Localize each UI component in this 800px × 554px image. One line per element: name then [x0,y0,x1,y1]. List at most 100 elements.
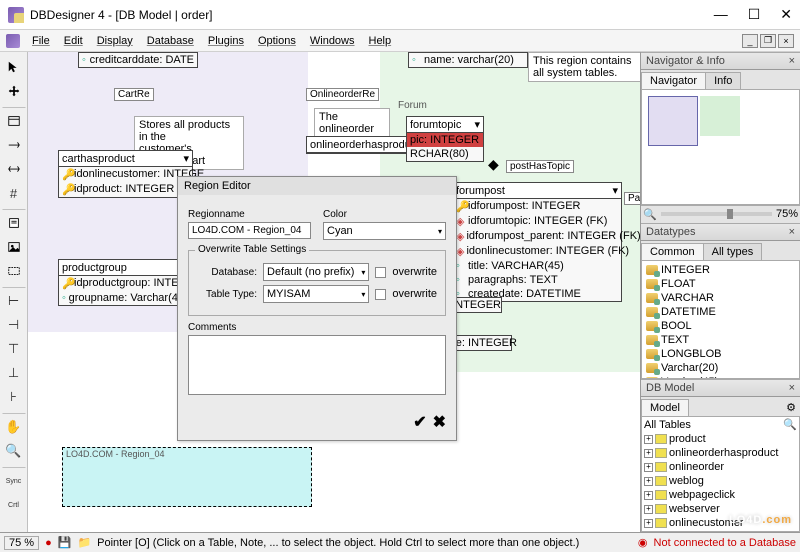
menu-file[interactable]: File [26,33,56,49]
table-item[interactable]: +product [642,432,799,446]
panel-close-icon[interactable]: × [789,226,795,238]
canvas[interactable]: ◦creditcarddate: DATE ◦name: varchar(20)… [28,52,640,532]
relation-posthastopic[interactable]: postHasTopic [506,160,574,173]
datatype-item[interactable]: Varchar(20) [644,361,797,375]
menu-windows[interactable]: Windows [304,33,361,49]
status-zoom[interactable]: 75 % [4,536,39,550]
tool-image[interactable] [3,236,25,258]
mdi-icon[interactable] [6,34,20,48]
table-item[interactable]: +weblog [642,474,799,488]
window-title: DBDesigner 4 - [DB Model | order] [30,8,714,22]
tool-sync[interactable]: Sync [3,470,25,492]
overwrite-tt-checkbox[interactable] [375,289,386,300]
panel-close-icon[interactable]: × [789,55,795,67]
tool-crtl[interactable]: Crtl [3,494,25,516]
tabletype-combo[interactable]: MYISAM▾ [263,285,369,303]
datatype-item[interactable]: VARCHAR [644,291,797,305]
tool-note[interactable] [3,212,25,234]
regionname-input[interactable] [188,222,311,239]
status-dot-icon: ● [45,537,52,549]
comments-textarea[interactable] [188,335,446,395]
titlebar: DBDesigner 4 - [DB Model | order] — ☐ ✕ [0,0,800,30]
zoom-value: 75% [776,208,798,220]
datatype-item[interactable]: BOOL [644,319,797,333]
minimize-button[interactable]: — [714,6,728,23]
tool-grid[interactable]: # [3,182,25,204]
note-system[interactable]: This region contains all system tables. [528,52,640,82]
region-forum-label: Forum [398,100,427,111]
menu-plugins[interactable]: Plugins [202,33,250,49]
tool-pointer[interactable] [3,56,25,78]
menubar: File Edit Display Database Plugins Optio… [0,30,800,52]
diamond-icon: ◆ [488,156,499,173]
datatype-item[interactable]: FLOAT [644,277,797,291]
database-combo[interactable]: Default (no prefix)▾ [263,263,369,281]
mdi-close[interactable]: × [778,34,794,48]
table-carthasproduct[interactable]: carthasproduct▾ [59,151,192,167]
database-label: Database: [197,267,257,278]
tool-relation-1n[interactable] [3,134,25,156]
menu-database[interactable]: Database [141,33,200,49]
tool-rel-a[interactable]: ⊢ [3,290,25,312]
mdi-minimize[interactable]: _ [742,34,758,48]
datatypes-panel-title: Datatypes [646,226,696,238]
overwrite-tt-label: overwrite [392,288,437,300]
close-button[interactable]: ✕ [780,6,792,23]
mdi-restore[interactable]: ❐ [760,34,776,48]
tool-table[interactable] [3,110,25,132]
tab-info[interactable]: Info [705,72,741,89]
relation-parent[interactable]: Parent [624,192,640,205]
menu-display[interactable]: Display [91,33,139,49]
datatype-item[interactable]: INTEGER [644,263,797,277]
color-combo[interactable]: Cyan▾ [323,222,446,240]
tool-region[interactable] [3,260,25,282]
navigator-minimap[interactable] [645,93,785,173]
tool-rel-e[interactable]: ⊦ [3,386,25,408]
tool-move[interactable] [3,80,25,102]
datatype-item[interactable]: TEXT [644,333,797,347]
model-tools-icon[interactable]: ⚙ [782,399,800,416]
tool-rel-b[interactable]: ⊣ [3,314,25,336]
datatype-item[interactable]: LONGBLOB [644,347,797,361]
new-region[interactable]: LO4D.COM - Region_04 [62,447,312,507]
tool-rel-d[interactable]: ⊥ [3,362,25,384]
tab-model[interactable]: Model [641,399,689,416]
menu-help[interactable]: Help [363,33,398,49]
table-item[interactable]: +onlineorderhasproduct [642,446,799,460]
overwrite-db-checkbox[interactable] [375,267,386,278]
tree-tool-icon[interactable]: 🔍 [783,418,797,431]
cancel-button[interactable]: ✖ [433,412,446,432]
statusbar: 75 % ● 💾 📁 Pointer [O] (Click on a Table… [0,532,800,552]
panel-close-icon[interactable]: × [789,382,795,394]
relation-label[interactable]: CartRe [114,88,154,101]
table-forumpost[interactable]: forumpost▾ [453,183,621,199]
tool-hand[interactable]: ✋ [3,416,25,438]
zoom-out-icon[interactable]: 🔍 [643,208,657,221]
tool-rel-c[interactable]: ⊤ [3,338,25,360]
zoom-slider[interactable] [661,212,772,216]
status-save-icon[interactable]: 💾 [58,536,72,549]
dialog-title: Region Editor [178,177,456,195]
tool-zoom[interactable]: 🔍 [3,440,25,462]
region-label: LO4D.COM - Region_04 [66,449,165,459]
alltables-label: All Tables [644,419,691,431]
table-item[interactable]: +webpageclick [642,488,799,502]
table-item[interactable]: +onlineorder [642,460,799,474]
right-panel: Navigator & Info× Navigator Info 🔍 75% D… [640,52,800,532]
tab-navigator[interactable]: Navigator [641,72,706,89]
maximize-button[interactable]: ☐ [748,6,761,23]
datatype-item[interactable]: Varchar(45) [644,375,797,380]
dbmodel-panel-title: DB Model [646,382,694,394]
tool-relation-11[interactable] [3,158,25,180]
table-forumtopic[interactable]: forumtopic▾ [407,117,483,133]
tab-common[interactable]: Common [641,243,704,260]
datatype-item[interactable]: DATETIME [644,305,797,319]
menu-edit[interactable]: Edit [58,33,89,49]
left-toolbar: # ⊢ ⊣ ⊤ ⊥ ⊦ ✋ 🔍 Sync Crtl [0,52,28,532]
relation-label[interactable]: OnlineorderRe [306,88,379,101]
tab-alltypes[interactable]: All types [703,243,763,260]
table-productgroup[interactable]: productgroup▾ [59,260,187,276]
ok-button[interactable]: ✔ [413,412,426,432]
menu-options[interactable]: Options [252,33,302,49]
status-folder-icon[interactable]: 📁 [77,536,91,549]
